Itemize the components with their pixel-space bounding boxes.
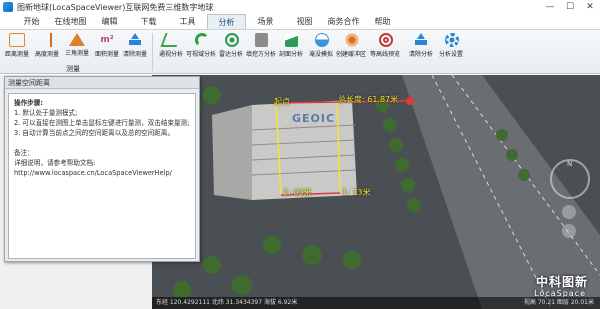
tab-download[interactable]: 下载 — [129, 14, 168, 29]
tab-start[interactable]: 开始 — [12, 14, 51, 29]
end-point[interactable] — [406, 97, 414, 105]
dialog-title: 测量空间距离 — [5, 77, 199, 89]
tab-business[interactable]: 商务合作 — [324, 14, 363, 29]
viewshed-button[interactable]: 可视域分析 — [186, 32, 216, 62]
area-measure-icon: m² — [100, 35, 114, 45]
height-measure-button[interactable]: 高度测量 — [32, 32, 62, 62]
segment-2-label: 1: 13米 — [342, 188, 371, 197]
coordinates-readout: 东经 120.4292111 北纬 31.3434397 海拔 6.92米 — [156, 299, 298, 306]
building-side — [212, 105, 252, 200]
view-height-readout: 视高 70.21 图层 20.01米 — [523, 299, 594, 306]
total-length-label: 总长度: 61.87米 — [338, 95, 399, 104]
area-measure-button[interactable]: m² 面积测量 — [92, 32, 122, 62]
triangle-measure-icon — [69, 33, 85, 46]
tab-scene[interactable]: 场景 — [246, 14, 285, 29]
start-label: 起点 — [274, 97, 290, 106]
flood-icon — [314, 33, 329, 47]
dialog-line: 操作步骤: — [14, 99, 44, 107]
dialog-line: 备注： — [14, 149, 34, 157]
measure-group-label: 测量 — [66, 65, 80, 73]
buffer-icon — [344, 33, 359, 47]
app-logo-icon — [3, 2, 13, 12]
viewshed-icon — [194, 33, 209, 47]
line-of-sight-icon — [160, 33, 182, 47]
menu-tabs: 开始 在线地图 编辑 下载 工具 分析 场景 视图 商务合作 帮助 — [0, 14, 600, 30]
window-title: 图新地球(LocaSpaceViewer)互联网免费三维数字地球 — [17, 2, 214, 12]
dialog-line: 详细说明，请参考帮助文档: — [14, 159, 96, 167]
navigation-controls — [562, 205, 578, 238]
status-bar: 东经 120.4292111 北纬 31.3434397 海拔 6.92米 视高… — [152, 297, 600, 309]
tab-tools[interactable]: 工具 — [168, 14, 207, 29]
distance-ruler-icon — [9, 33, 25, 47]
analysis-settings-button[interactable]: 分析设置 — [436, 32, 466, 62]
dialog-line: 2. 可以直接在测图上单击鼠标左键进行量测，双击结束量测; — [14, 119, 190, 127]
tab-online-map[interactable]: 在线地图 — [51, 14, 90, 29]
height-measure-icon — [49, 33, 52, 47]
tab-analysis[interactable]: 分析 — [207, 14, 246, 29]
zoom-out-icon[interactable] — [562, 224, 576, 238]
clear-analysis-icon — [413, 33, 429, 47]
radar-icon — [224, 33, 239, 47]
cut-fill-button[interactable]: 填挖方分析 — [246, 32, 276, 62]
clear-analysis-button[interactable]: 清除分析 — [406, 32, 436, 62]
triangle-measure-button[interactable]: 三角测量 — [62, 32, 92, 62]
dialog-body: 操作步骤: 1. 默认处于量测模式; 2. 可以直接在测图上单击鼠标左键进行量测… — [8, 93, 196, 259]
ribbon-toolbar: 距离测量 高度测量 三角测量 m² 面积测量 清除测量 测量 通视分析 可视域分… — [0, 30, 600, 74]
dialog-line: 1. 默认处于量测模式; — [14, 109, 78, 117]
compass-icon[interactable]: N — [550, 159, 590, 199]
line-of-sight-button[interactable]: 通视分析 — [156, 32, 186, 62]
brand-cn: 中科图新 — [535, 275, 588, 289]
profile-icon — [285, 33, 298, 47]
minimize-button[interactable]: — — [540, 0, 560, 14]
clear-measure-button[interactable]: 清除测量 — [120, 32, 150, 62]
distance-measure-button[interactable]: 距离测量 — [2, 32, 32, 62]
settings-gear-icon — [444, 33, 459, 47]
scene-drawing — [152, 75, 600, 309]
zoom-in-icon[interactable] — [562, 205, 576, 219]
building-sign: GEOIC — [292, 112, 336, 125]
cut-fill-icon — [255, 33, 268, 47]
measure-distance-dialog: 测量空间距离 操作步骤: 1. 默认处于量测模式; 2. 可以直接在测图上单击鼠… — [4, 76, 200, 262]
flood-button[interactable]: 淹没模拟 — [306, 32, 336, 62]
radar-button[interactable]: 雷达分析 — [216, 32, 246, 62]
tab-edit[interactable]: 编辑 — [90, 14, 129, 29]
buffer-button[interactable]: 创建缓冲区 — [336, 32, 366, 62]
contour-button[interactable]: 等高线预览 — [370, 32, 400, 62]
help-link[interactable]: http://www.locaspace.cn/LocaSpaceViewerH… — [14, 168, 190, 178]
profile-button[interactable]: 剖面分析 — [276, 32, 306, 62]
clear-measure-icon — [127, 33, 143, 47]
map-viewport[interactable]: 起点 总长度: 61.87米 2: 03米 1: 13米 GEOIC N — [152, 75, 600, 309]
close-button[interactable]: ✕ — [580, 0, 600, 14]
tab-view[interactable]: 视图 — [285, 14, 324, 29]
tab-help[interactable]: 帮助 — [363, 14, 402, 29]
contour-icon — [378, 33, 393, 47]
title-bar: 图新地球(LocaSpaceViewer)互联网免费三维数字地球 — ☐ ✕ — [0, 0, 600, 14]
maximize-button[interactable]: ☐ — [560, 0, 580, 14]
segment-1-label: 2: 03米 — [283, 188, 312, 197]
ribbon-divider — [152, 33, 153, 71]
dialog-line: 3. 自动计算当前点之间的空间距离以及总的空间距离。 — [14, 129, 175, 137]
dialog-line — [14, 138, 190, 148]
